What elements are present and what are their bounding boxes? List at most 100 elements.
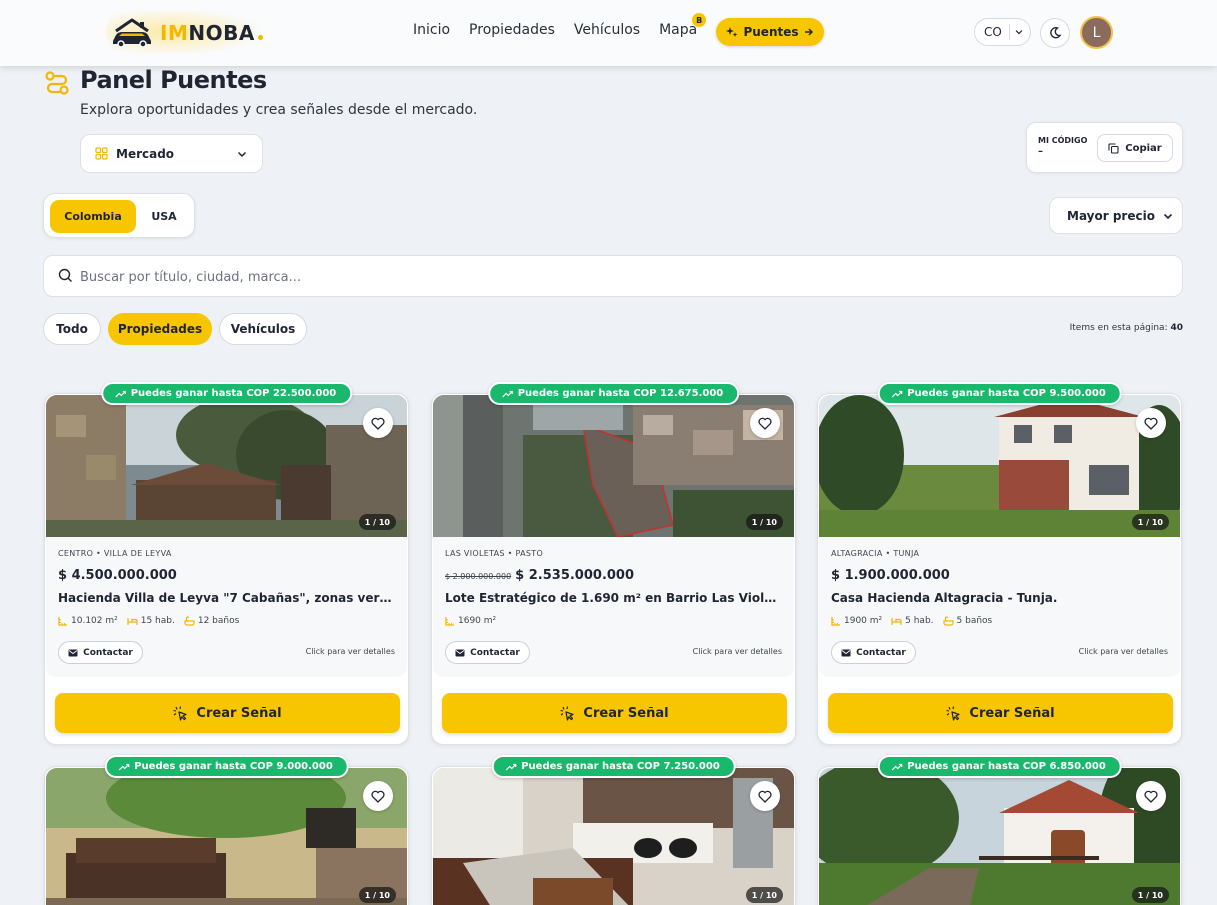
- moon-icon: [1050, 27, 1062, 39]
- details-hint: Click para ver detalles: [692, 647, 782, 656]
- contact-button[interactable]: Contactar: [831, 641, 916, 664]
- bath-icon: [184, 616, 195, 626]
- favorite-button[interactable]: [1136, 408, 1166, 438]
- property-card[interactable]: Puedes ganar hasta COP 22.500.000 1 / 10…: [44, 382, 409, 745]
- country-usa[interactable]: USA: [138, 200, 190, 233]
- property-photo[interactable]: [433, 395, 794, 537]
- property-photo[interactable]: [819, 395, 1180, 537]
- earn-badge: Puedes ganar hasta COP 6.850.000: [877, 755, 1122, 778]
- search-bar: [43, 255, 1183, 297]
- puentes-button[interactable]: Puentes: [716, 18, 824, 46]
- search-input[interactable]: [80, 266, 1160, 288]
- old-price: $ 2.000.000.000: [445, 572, 512, 581]
- details-hint: Click para ver detalles: [1078, 647, 1168, 656]
- theme-toggle-button[interactable]: [1040, 18, 1070, 48]
- photo-counter: 1 / 10: [358, 887, 396, 903]
- property-card[interactable]: Puedes ganar hasta COP 7.250.000 1 / 10: [431, 755, 796, 905]
- earn-badge: Puedes ganar hasta COP 12.675.000: [487, 382, 740, 405]
- property-card[interactable]: Puedes ganar hasta COP 9.000.000 1 / 10: [44, 755, 409, 905]
- earn-badge: Puedes ganar hasta COP 9.500.000: [877, 382, 1122, 405]
- ruler-icon: [445, 617, 454, 626]
- user-avatar[interactable]: L: [1080, 16, 1113, 49]
- create-signal-button[interactable]: Crear Señal: [442, 693, 787, 733]
- card-body: CENTRO • VILLA DE LEYVA $ 4.500.000.000 …: [46, 537, 407, 677]
- copy-button[interactable]: Copiar: [1097, 134, 1173, 162]
- favorite-button[interactable]: [750, 781, 780, 811]
- property-title: Hacienda Villa de Leyva "7 Cabañas", zon…: [58, 591, 393, 605]
- mercado-dropdown[interactable]: Mercado: [80, 134, 263, 173]
- ruler-icon: [831, 617, 840, 626]
- filter-propiedades[interactable]: Propiedades: [108, 313, 212, 345]
- photo-counter: 1 / 10: [745, 514, 783, 530]
- earn-badge: Puedes ganar hasta COP 9.000.000: [104, 755, 349, 778]
- mail-icon: [841, 649, 851, 656]
- property-title: Casa Hacienda Altagracia - Tunja.: [831, 591, 1058, 605]
- location: ALTAGRACIA • TUNJA: [831, 549, 920, 558]
- nav-inicio[interactable]: Inicio: [413, 22, 450, 38]
- cursor-click-icon: [560, 705, 575, 721]
- route-icon: [45, 71, 69, 95]
- trending-up-icon: [118, 763, 129, 770]
- ruler-icon: [58, 617, 67, 626]
- specs: 1900 m² 5 hab. 5 baños: [831, 616, 992, 626]
- chevron-down-icon: [237, 151, 247, 158]
- specs: 10.102 m² 15 hab. 12 baños: [58, 616, 239, 626]
- country-colombia[interactable]: Colombia: [50, 200, 136, 233]
- heart-icon: [758, 417, 772, 430]
- chevron-down-icon: [1015, 30, 1023, 35]
- my-code-card: MI CÓDIGO – Copiar: [1026, 122, 1183, 173]
- create-signal-button[interactable]: Crear Señal: [55, 693, 400, 733]
- chevron-down-icon: [1163, 213, 1173, 220]
- property-card[interactable]: Puedes ganar hasta COP 6.850.000 1 / 10: [817, 755, 1182, 905]
- property-photo[interactable]: [46, 395, 407, 537]
- property-card[interactable]: Puedes ganar hasta COP 12.675.000 1 / 10…: [431, 382, 796, 745]
- location: LAS VIOLETAS • PASTO: [445, 549, 544, 558]
- property-photo[interactable]: [819, 768, 1180, 905]
- property-photo[interactable]: [46, 768, 407, 905]
- price: $ 4.500.000.000: [58, 568, 177, 583]
- heart-icon: [1144, 417, 1158, 430]
- language-select[interactable]: CO: [974, 18, 1031, 46]
- create-signal-button[interactable]: Crear Señal: [828, 693, 1173, 733]
- bed-icon: [891, 617, 902, 625]
- favorite-button[interactable]: [750, 408, 780, 438]
- property-photo[interactable]: [433, 768, 794, 905]
- property-card[interactable]: Puedes ganar hasta COP 9.500.000 1 / 10 …: [817, 382, 1182, 745]
- trending-up-icon: [114, 390, 126, 397]
- favorite-button[interactable]: [363, 781, 393, 811]
- bed-icon: [127, 617, 138, 625]
- heart-icon: [1144, 790, 1158, 803]
- photo-counter: 1 / 10: [1131, 887, 1169, 903]
- nav-vehiculos[interactable]: Vehículos: [574, 22, 640, 38]
- property-title: Lote Estratégico de 1.690 m² en Barrio L…: [445, 591, 780, 605]
- favorite-button[interactable]: [363, 408, 393, 438]
- heart-icon: [758, 790, 772, 803]
- filter-vehiculos[interactable]: Vehículos: [219, 313, 307, 345]
- favorite-button[interactable]: [1136, 781, 1166, 811]
- photo-counter: 1 / 10: [745, 887, 783, 903]
- photo-counter: 1 / 10: [1131, 514, 1169, 530]
- price: $ 1.900.000.000: [831, 568, 950, 583]
- nav-propiedades[interactable]: Propiedades: [469, 22, 555, 38]
- trending-up-icon: [891, 390, 902, 397]
- country-toggle: Colombia USA: [43, 193, 195, 238]
- filter-todo[interactable]: Todo: [43, 313, 101, 345]
- my-code-value: –: [1038, 146, 1043, 157]
- grid-icon: [95, 147, 108, 160]
- logo[interactable]: IMNOBA: [106, 8, 266, 56]
- card-body: ALTAGRACIA • TUNJA $ 1.900.000.000 Casa …: [819, 537, 1180, 677]
- heart-icon: [371, 417, 385, 430]
- copy-icon: [1108, 142, 1119, 154]
- trending-up-icon: [505, 763, 516, 770]
- contact-button[interactable]: Contactar: [58, 641, 143, 664]
- search-icon: [58, 268, 72, 282]
- contact-button[interactable]: Contactar: [445, 641, 530, 664]
- earn-badge: Puedes ganar hasta COP 22.500.000: [100, 382, 353, 405]
- heart-icon: [371, 790, 385, 803]
- nav-mapa[interactable]: Mapa B: [659, 13, 707, 38]
- cursor-click-icon: [946, 705, 961, 721]
- sort-select[interactable]: Mayor precio: [1049, 197, 1183, 234]
- details-hint: Click para ver detalles: [305, 647, 395, 656]
- mapa-badge: B: [692, 13, 707, 27]
- mail-icon: [455, 649, 465, 656]
